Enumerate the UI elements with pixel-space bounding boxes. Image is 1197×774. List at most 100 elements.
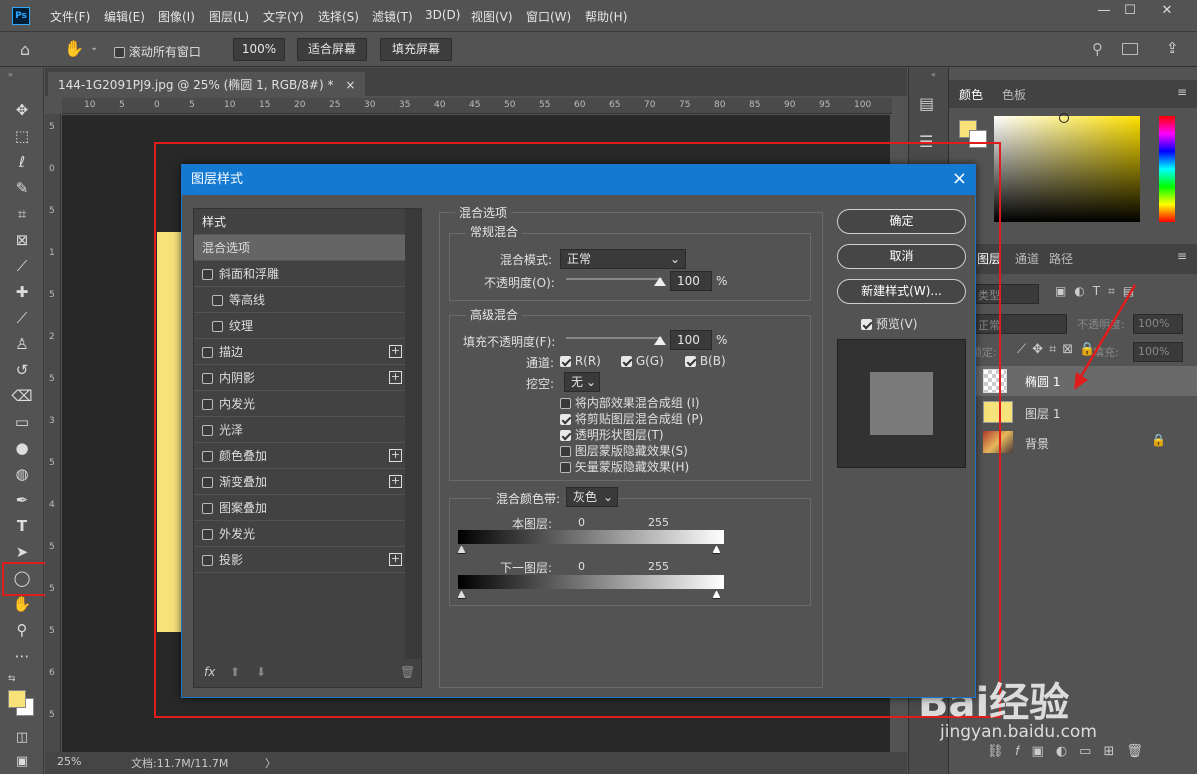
blend-mode-select[interactable]: 正常 ⌄ bbox=[560, 249, 686, 269]
photoshop-logo-icon[interactable]: Ps bbox=[12, 7, 30, 25]
menu-item-6[interactable]: 滤镜(T) bbox=[372, 8, 413, 25]
path-select-tool-icon[interactable]: ➤ bbox=[10, 540, 34, 564]
document-tab[interactable]: 144-1G2091PJ9.jpg @ 25% (椭圆 1, RGB/8#) *… bbox=[48, 72, 366, 96]
cancel-button[interactable]: 取消 bbox=[837, 244, 966, 269]
vector-mask-hides-checkbox[interactable]: 矢量蒙版隐藏效果(H) bbox=[560, 458, 689, 475]
type-tool-icon[interactable]: T bbox=[10, 514, 34, 538]
layer-action-icons[interactable]: ⛓𝑓▣◐▭⊞🗑 bbox=[987, 744, 1155, 759]
style-checkbox[interactable] bbox=[202, 529, 213, 540]
style-checkbox[interactable] bbox=[202, 477, 213, 488]
crop-tool-icon[interactable]: ⌗ bbox=[10, 202, 34, 226]
collapse-icon[interactable]: » bbox=[8, 70, 13, 79]
style-checkbox[interactable] bbox=[212, 321, 223, 332]
style-row[interactable]: 内阴影 + bbox=[194, 365, 405, 391]
add-style-icon[interactable]: + bbox=[389, 345, 402, 358]
gradient-tool-icon[interactable]: ▭ bbox=[10, 410, 34, 434]
underlying-gradient[interactable] bbox=[458, 575, 724, 589]
channel-b-checkbox[interactable]: B(B) bbox=[685, 354, 726, 368]
add-style-icon[interactable]: + bbox=[389, 475, 402, 488]
menu-item-9[interactable]: 窗口(W) bbox=[526, 8, 571, 25]
zoom-100-button[interactable]: 100% bbox=[233, 38, 285, 61]
home-icon[interactable]: ⌂ bbox=[20, 40, 30, 59]
tab-color[interactable]: 颜色 bbox=[959, 86, 983, 103]
style-checkbox[interactable] bbox=[212, 295, 223, 306]
style-row[interactable]: 外发光 bbox=[194, 521, 405, 547]
scroll-all-windows-checkbox[interactable]: 滚动所有窗口 bbox=[114, 43, 201, 60]
brush-tool-icon[interactable]: ⟋ bbox=[10, 306, 34, 330]
style-checkbox[interactable] bbox=[202, 399, 213, 410]
trash-icon[interactable]: 🗑 bbox=[400, 665, 415, 679]
menu-item-3[interactable]: 图层(L) bbox=[209, 8, 249, 25]
layer-opacity-input[interactable]: 100% bbox=[1133, 314, 1183, 334]
chevron-down-icon[interactable]: ⌄ bbox=[90, 42, 98, 53]
eraser-tool-icon[interactable]: ⌫ bbox=[10, 384, 34, 408]
add-style-icon[interactable]: + bbox=[389, 449, 402, 462]
pen-tool-icon[interactable]: ✒ bbox=[10, 488, 34, 512]
fill-opacity-slider-handle[interactable] bbox=[654, 336, 666, 345]
healing-tool-icon[interactable]: ✚ bbox=[10, 280, 34, 304]
style-row[interactable]: 内发光 bbox=[194, 391, 405, 417]
style-checkbox[interactable] bbox=[202, 451, 213, 462]
layer-row-layer1[interactable]: 图层 1 bbox=[975, 398, 1197, 428]
history-panel-icon[interactable]: ▤ bbox=[919, 94, 934, 113]
tab-paths[interactable]: 路径 bbox=[1049, 250, 1073, 267]
hand-tool-icon[interactable]: ✋ bbox=[64, 39, 84, 58]
dodge-tool-icon[interactable]: ◍ bbox=[10, 462, 34, 486]
lasso-tool-icon[interactable]: ℓ bbox=[10, 150, 34, 174]
layer-fill-input[interactable]: 100% bbox=[1133, 342, 1183, 362]
style-row[interactable]: 颜色叠加 + bbox=[194, 443, 405, 469]
fx-icon[interactable]: fx bbox=[204, 665, 215, 679]
this-layer-gradient[interactable] bbox=[458, 530, 724, 544]
style-checkbox[interactable] bbox=[202, 347, 213, 358]
opacity-slider-handle[interactable] bbox=[654, 277, 666, 286]
panel-menu-icon[interactable]: ≡ bbox=[1177, 85, 1187, 99]
add-style-icon[interactable]: + bbox=[389, 553, 402, 566]
history-brush-icon[interactable]: ↺ bbox=[10, 358, 34, 382]
color-picker-field[interactable] bbox=[994, 116, 1140, 222]
menu-item-7[interactable]: 3D(D) bbox=[425, 8, 460, 22]
move-down-icon[interactable]: ⬇ bbox=[256, 665, 266, 679]
style-row[interactable]: 斜面和浮雕 bbox=[194, 261, 405, 287]
style-row[interactable]: 纹理 bbox=[194, 313, 405, 339]
channel-r-checkbox[interactable]: R(R) bbox=[560, 354, 601, 368]
fill-opacity-input[interactable]: 100 bbox=[670, 330, 712, 350]
hue-slider[interactable] bbox=[1159, 116, 1175, 222]
knockout-select[interactable]: 无 ⌄ bbox=[564, 372, 600, 392]
search-icon[interactable]: ⚲ bbox=[1092, 40, 1103, 58]
transparency-shapes-checkbox[interactable]: 透明形状图层(T) bbox=[560, 426, 664, 443]
menu-item-5[interactable]: 选择(S) bbox=[318, 8, 359, 25]
opacity-slider[interactable] bbox=[566, 278, 662, 280]
screen-mode-icon[interactable]: ▣ bbox=[10, 750, 34, 774]
blur-tool-icon[interactable]: ● bbox=[10, 436, 34, 460]
menu-item-8[interactable]: 视图(V) bbox=[471, 8, 513, 25]
style-checkbox[interactable] bbox=[202, 373, 213, 384]
eyedropper-tool-icon[interactable]: ⟋ bbox=[10, 254, 34, 278]
workspace-icon[interactable] bbox=[1122, 43, 1138, 55]
layer-row-background[interactable]: 背景 🔒 bbox=[975, 428, 1197, 458]
style-row[interactable]: 投影 + bbox=[194, 547, 405, 573]
style-row[interactable]: 渐变叠加 + bbox=[194, 469, 405, 495]
move-up-icon[interactable]: ⬆ bbox=[230, 665, 240, 679]
blend-if-select[interactable]: 灰色 ⌄ bbox=[566, 487, 618, 507]
style-row[interactable]: 光泽 bbox=[194, 417, 405, 443]
more-tools-icon[interactable]: ⋯ bbox=[10, 644, 34, 668]
style-checkbox[interactable] bbox=[202, 269, 213, 280]
zoom-tool-icon[interactable]: ⚲ bbox=[10, 618, 34, 642]
close-tab-icon[interactable]: × bbox=[345, 78, 355, 92]
frame-tool-icon[interactable]: ⊠ bbox=[10, 228, 34, 252]
style-checkbox[interactable] bbox=[202, 503, 213, 514]
channel-g-checkbox[interactable]: G(G) bbox=[621, 354, 664, 368]
blend-clipped-checkbox[interactable]: 将剪贴图层混合成组 (P) bbox=[560, 410, 703, 427]
styles-scrollbar[interactable] bbox=[405, 209, 421, 659]
ok-button[interactable]: 确定 bbox=[837, 209, 966, 234]
fill-screen-button[interactable]: 填充屏幕 bbox=[380, 38, 452, 61]
menu-item-2[interactable]: 图像(I) bbox=[158, 8, 195, 25]
style-checkbox[interactable] bbox=[202, 425, 213, 436]
default-colors-icon[interactable]: ⇆ bbox=[8, 674, 16, 684]
quick-select-tool-icon[interactable]: ✎ bbox=[10, 176, 34, 200]
foreground-color-swatch[interactable] bbox=[8, 690, 26, 708]
blend-interior-checkbox[interactable]: 将内部效果混合成组 (I) bbox=[560, 394, 700, 411]
style-row[interactable]: 等高线 bbox=[194, 287, 405, 313]
maximize-icon[interactable]: ☐ bbox=[1113, 0, 1147, 24]
menu-item-4[interactable]: 文字(Y) bbox=[263, 8, 304, 25]
